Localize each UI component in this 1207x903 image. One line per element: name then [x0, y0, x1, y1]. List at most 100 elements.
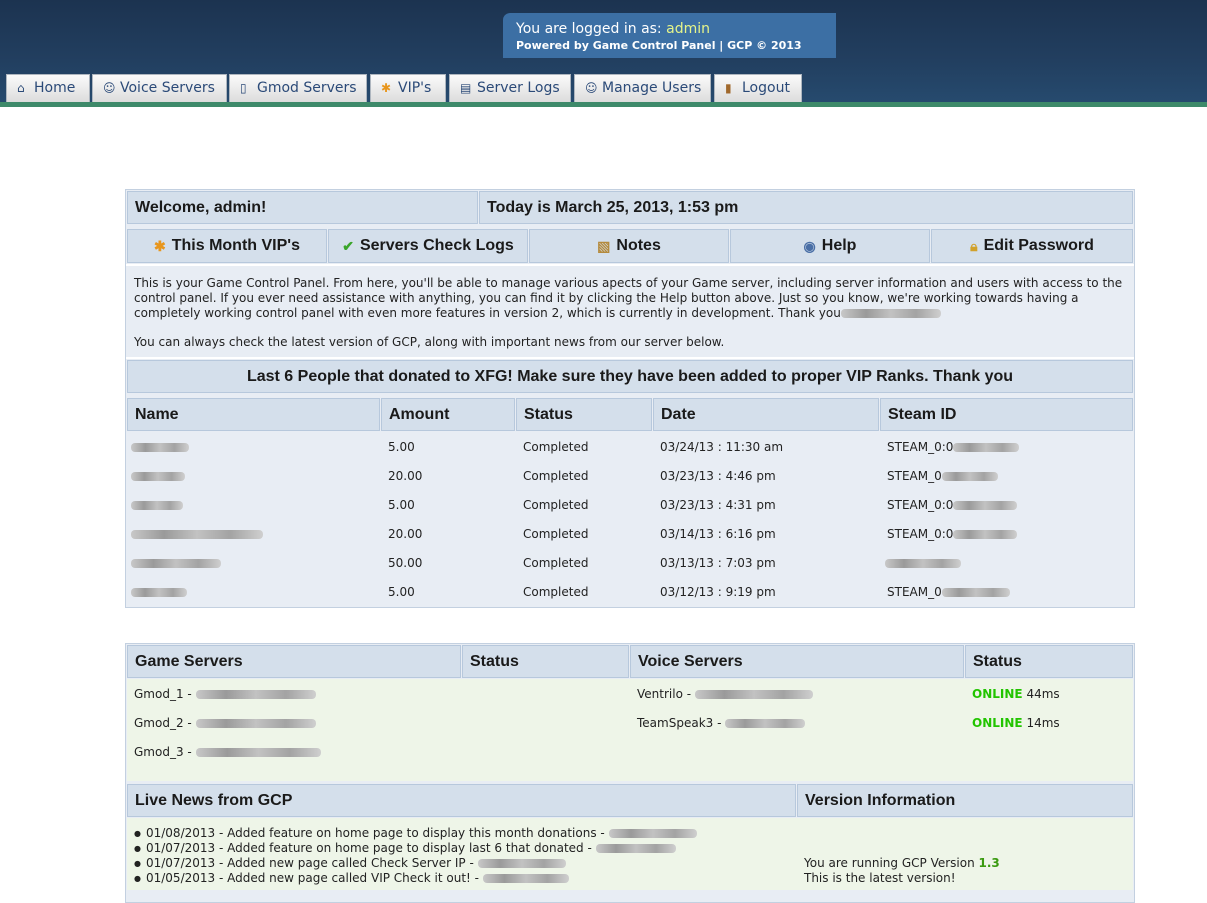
tab-logout-label: Logout	[742, 80, 790, 96]
game-server-3: Gmod_3 -	[134, 745, 321, 759]
col-header-name: Name	[127, 398, 380, 431]
redacted-steam-id	[953, 443, 1020, 452]
col-header-amount: Amount	[381, 398, 515, 431]
tab-home[interactable]: ⌂ Home	[6, 74, 90, 102]
header-divider	[0, 102, 1207, 107]
login-info-box: You are logged in as: admin Powered by G…	[503, 13, 836, 58]
list-item: 01/05/2013 - Added new page called VIP C…	[134, 871, 569, 885]
redacted-name	[131, 530, 263, 539]
intro-paragraph-2: You can always check the latest version …	[134, 335, 725, 349]
donation-steam-id: STEAM_0:0	[887, 527, 1018, 541]
tab-vips-label: VIP's	[398, 80, 432, 96]
redacted-steam-id	[941, 588, 1010, 597]
status-badge: ONLINE	[972, 716, 1023, 730]
login-label: You are logged in as:	[516, 21, 667, 37]
home-icon: ⌂	[17, 81, 25, 95]
list-item: 01/07/2013 - Added new page called Check…	[134, 856, 566, 870]
divider	[126, 264, 1134, 266]
redacted-name	[131, 559, 221, 568]
col-header-status: Status	[516, 398, 652, 431]
donation-date: 03/24/13 : 11:30 am	[660, 440, 784, 454]
redacted-text	[482, 874, 569, 883]
check-icon: ✔	[342, 237, 354, 254]
donation-status: Completed	[523, 440, 589, 454]
donation-date: 03/23/13 : 4:46 pm	[660, 469, 776, 483]
redacted-name	[131, 443, 189, 452]
redacted-ip	[195, 690, 316, 699]
donation-amount: 5.00	[388, 585, 415, 599]
donation-status: Completed	[523, 556, 589, 570]
teamspeak3-status: ONLINE 14ms	[972, 716, 1060, 730]
tab-vips[interactable]: ✱ VIP's	[370, 74, 446, 102]
divider	[126, 357, 1134, 359]
redacted-ip	[694, 690, 813, 699]
star-icon: ✱	[381, 81, 392, 95]
tab-gmod-servers[interactable]: ▯ Gmod Servers	[229, 74, 367, 102]
menu-this-month-vips-label: This Month VIP's	[171, 237, 300, 254]
star-icon: ✱	[154, 237, 166, 254]
tab-logout[interactable]: ▮ Logout	[714, 74, 802, 102]
tab-server-logs[interactable]: ▤ Server Logs	[449, 74, 571, 102]
login-username: admin	[666, 21, 710, 37]
intro-paragraph-1: This is your Game Control Panel. From he…	[134, 276, 1123, 320]
menu-edit-password-label: Edit Password	[983, 237, 1094, 254]
redacted-steam-id	[953, 501, 1018, 510]
redacted-ip	[195, 719, 316, 728]
menu-servers-check-logs-label: Servers Check Logs	[359, 237, 514, 254]
donation-status: Completed	[523, 527, 589, 541]
redacted-name	[131, 501, 183, 510]
redacted-ip	[195, 748, 321, 757]
donation-date: 03/13/13 : 7:03 pm	[660, 556, 776, 570]
door-icon: ▮	[725, 81, 732, 95]
col-header-voice-status: Status	[965, 645, 1133, 678]
menu-notes-label: Notes	[616, 237, 661, 254]
game-server-1: Gmod_1 -	[134, 687, 316, 701]
powered-by-text: Powered by Game Control Panel | GCP © 20…	[516, 39, 802, 52]
redacted-name	[131, 472, 185, 481]
donation-date: 03/12/13 : 9:19 pm	[660, 585, 776, 599]
list-item: 01/08/2013 - Added feature on home page …	[134, 826, 697, 840]
news-title: Live News from GCP	[127, 784, 796, 817]
menu-servers-check-logs[interactable]: ✔ Servers Check Logs	[328, 229, 528, 263]
col-header-voice-servers: Voice Servers	[630, 645, 964, 678]
redacted-text	[840, 309, 941, 318]
redacted-text	[608, 829, 697, 838]
donation-steam-id: STEAM_0	[887, 585, 1010, 599]
voice-server-ventrilo: Ventrilo -	[637, 687, 813, 701]
tab-server-logs-label: Server Logs	[477, 80, 560, 96]
redacted-text	[595, 844, 676, 853]
menu-this-month-vips[interactable]: ✱ This Month VIP's	[127, 229, 327, 263]
help-icon: ◉	[803, 237, 816, 254]
users-icon: ☺	[585, 81, 598, 95]
game-server-2: Gmod_2 -	[134, 716, 316, 730]
redacted-name	[131, 588, 187, 597]
version-title: Version Information	[797, 784, 1133, 817]
current-date: Today is March 25, 2013, 1:53 pm	[479, 191, 1133, 224]
redacted-ip	[725, 719, 806, 728]
lock-icon: 🔒︎	[970, 237, 978, 254]
menu-help[interactable]: ◉ Help	[730, 229, 930, 263]
tab-manage-users[interactable]: ☺ Manage Users	[574, 74, 711, 102]
donation-status: Completed	[523, 498, 589, 512]
top-header: You are logged in as: admin Powered by G…	[0, 0, 1207, 102]
list-item: 01/07/2013 - Added feature on home page …	[134, 841, 676, 855]
menu-notes[interactable]: ▧ Notes	[529, 229, 729, 263]
redacted-steam-id	[941, 472, 998, 481]
donation-steam-id: STEAM_0	[887, 469, 998, 483]
donation-steam-id: STEAM_0:0	[887, 440, 1020, 454]
version-number: 1.3	[978, 856, 1000, 870]
donation-date: 03/23/13 : 4:31 pm	[660, 498, 776, 512]
tab-voice-servers[interactable]: ☺ Voice Servers	[92, 74, 227, 102]
redacted-steam-id	[953, 530, 1018, 539]
redacted-text	[477, 859, 566, 868]
donation-status: Completed	[523, 469, 589, 483]
status-badge: ONLINE	[972, 687, 1023, 701]
donation-status: Completed	[523, 585, 589, 599]
welcome-greeting: Welcome, admin!	[127, 191, 478, 224]
tab-voice-servers-label: Voice Servers	[120, 80, 215, 96]
ping-value: 44ms	[1026, 687, 1060, 701]
menu-edit-password[interactable]: 🔒︎ Edit Password	[931, 229, 1133, 263]
donation-amount: 5.00	[388, 498, 415, 512]
log-icon: ▤	[460, 81, 472, 95]
tab-manage-users-label: Manage Users	[602, 80, 702, 96]
